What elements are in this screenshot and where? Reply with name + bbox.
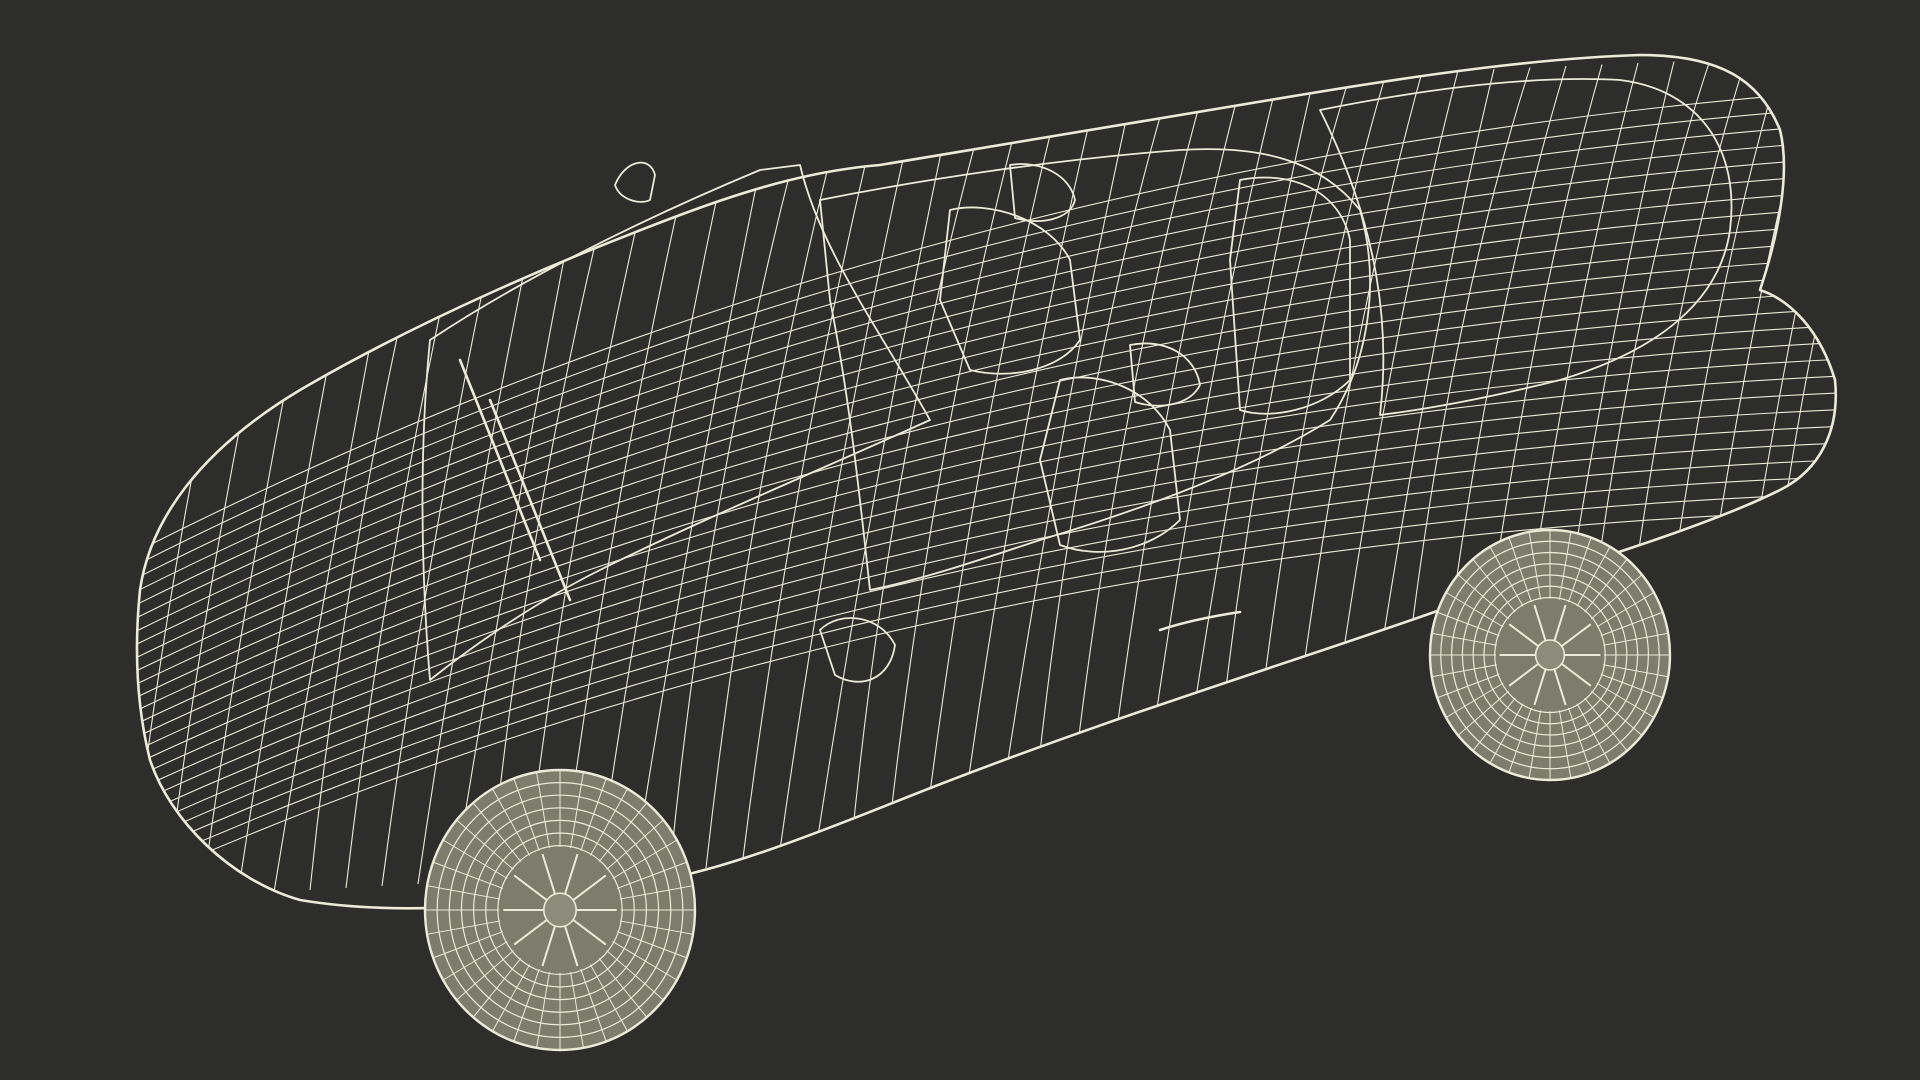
mesh-edge	[525, 103, 667, 879]
mesh-edge	[1785, 55, 1836, 809]
car-body	[135, 53, 1838, 910]
mesh-edge	[1173, 76, 1315, 843]
front-seat-right	[1039, 342, 1201, 553]
mesh-edge	[137, 106, 1836, 574]
mesh-edge	[1029, 82, 1171, 851]
wheel-hub	[542, 892, 577, 928]
mesh-edge	[885, 88, 1027, 859]
mesh-edge	[597, 100, 739, 875]
front-seat-left	[939, 163, 1081, 375]
side-mirror-left	[614, 161, 656, 203]
mesh-edge	[1101, 79, 1243, 847]
render-viewport	[0, 0, 1920, 1080]
front-wheel	[423, 768, 697, 1052]
mesh-edge	[137, 123, 1836, 587]
mesh-edge	[489, 104, 631, 881]
mesh-lines	[137, 55, 1836, 901]
mesh-edge	[813, 91, 955, 863]
windshield-wipers	[458, 358, 572, 602]
mesh-edge	[1821, 55, 1836, 807]
car-wireframe-model	[135, 53, 1838, 1052]
mesh-edge	[705, 95, 847, 869]
mesh-edge	[417, 107, 559, 885]
mesh-edge	[453, 106, 595, 883]
rear-seats	[1229, 176, 1351, 415]
door-handle	[1158, 610, 1242, 632]
mesh-edge	[741, 94, 883, 867]
side-mirror-right	[819, 617, 896, 683]
mesh-edge	[1749, 55, 1836, 811]
wheel-hub	[1534, 639, 1566, 671]
mesh-edge	[1245, 73, 1387, 839]
mesh-edge	[669, 97, 811, 871]
rear-wheel	[1428, 528, 1672, 782]
mesh-edge	[633, 98, 775, 873]
mesh-edge	[165, 118, 307, 899]
mesh-edge	[237, 115, 379, 895]
